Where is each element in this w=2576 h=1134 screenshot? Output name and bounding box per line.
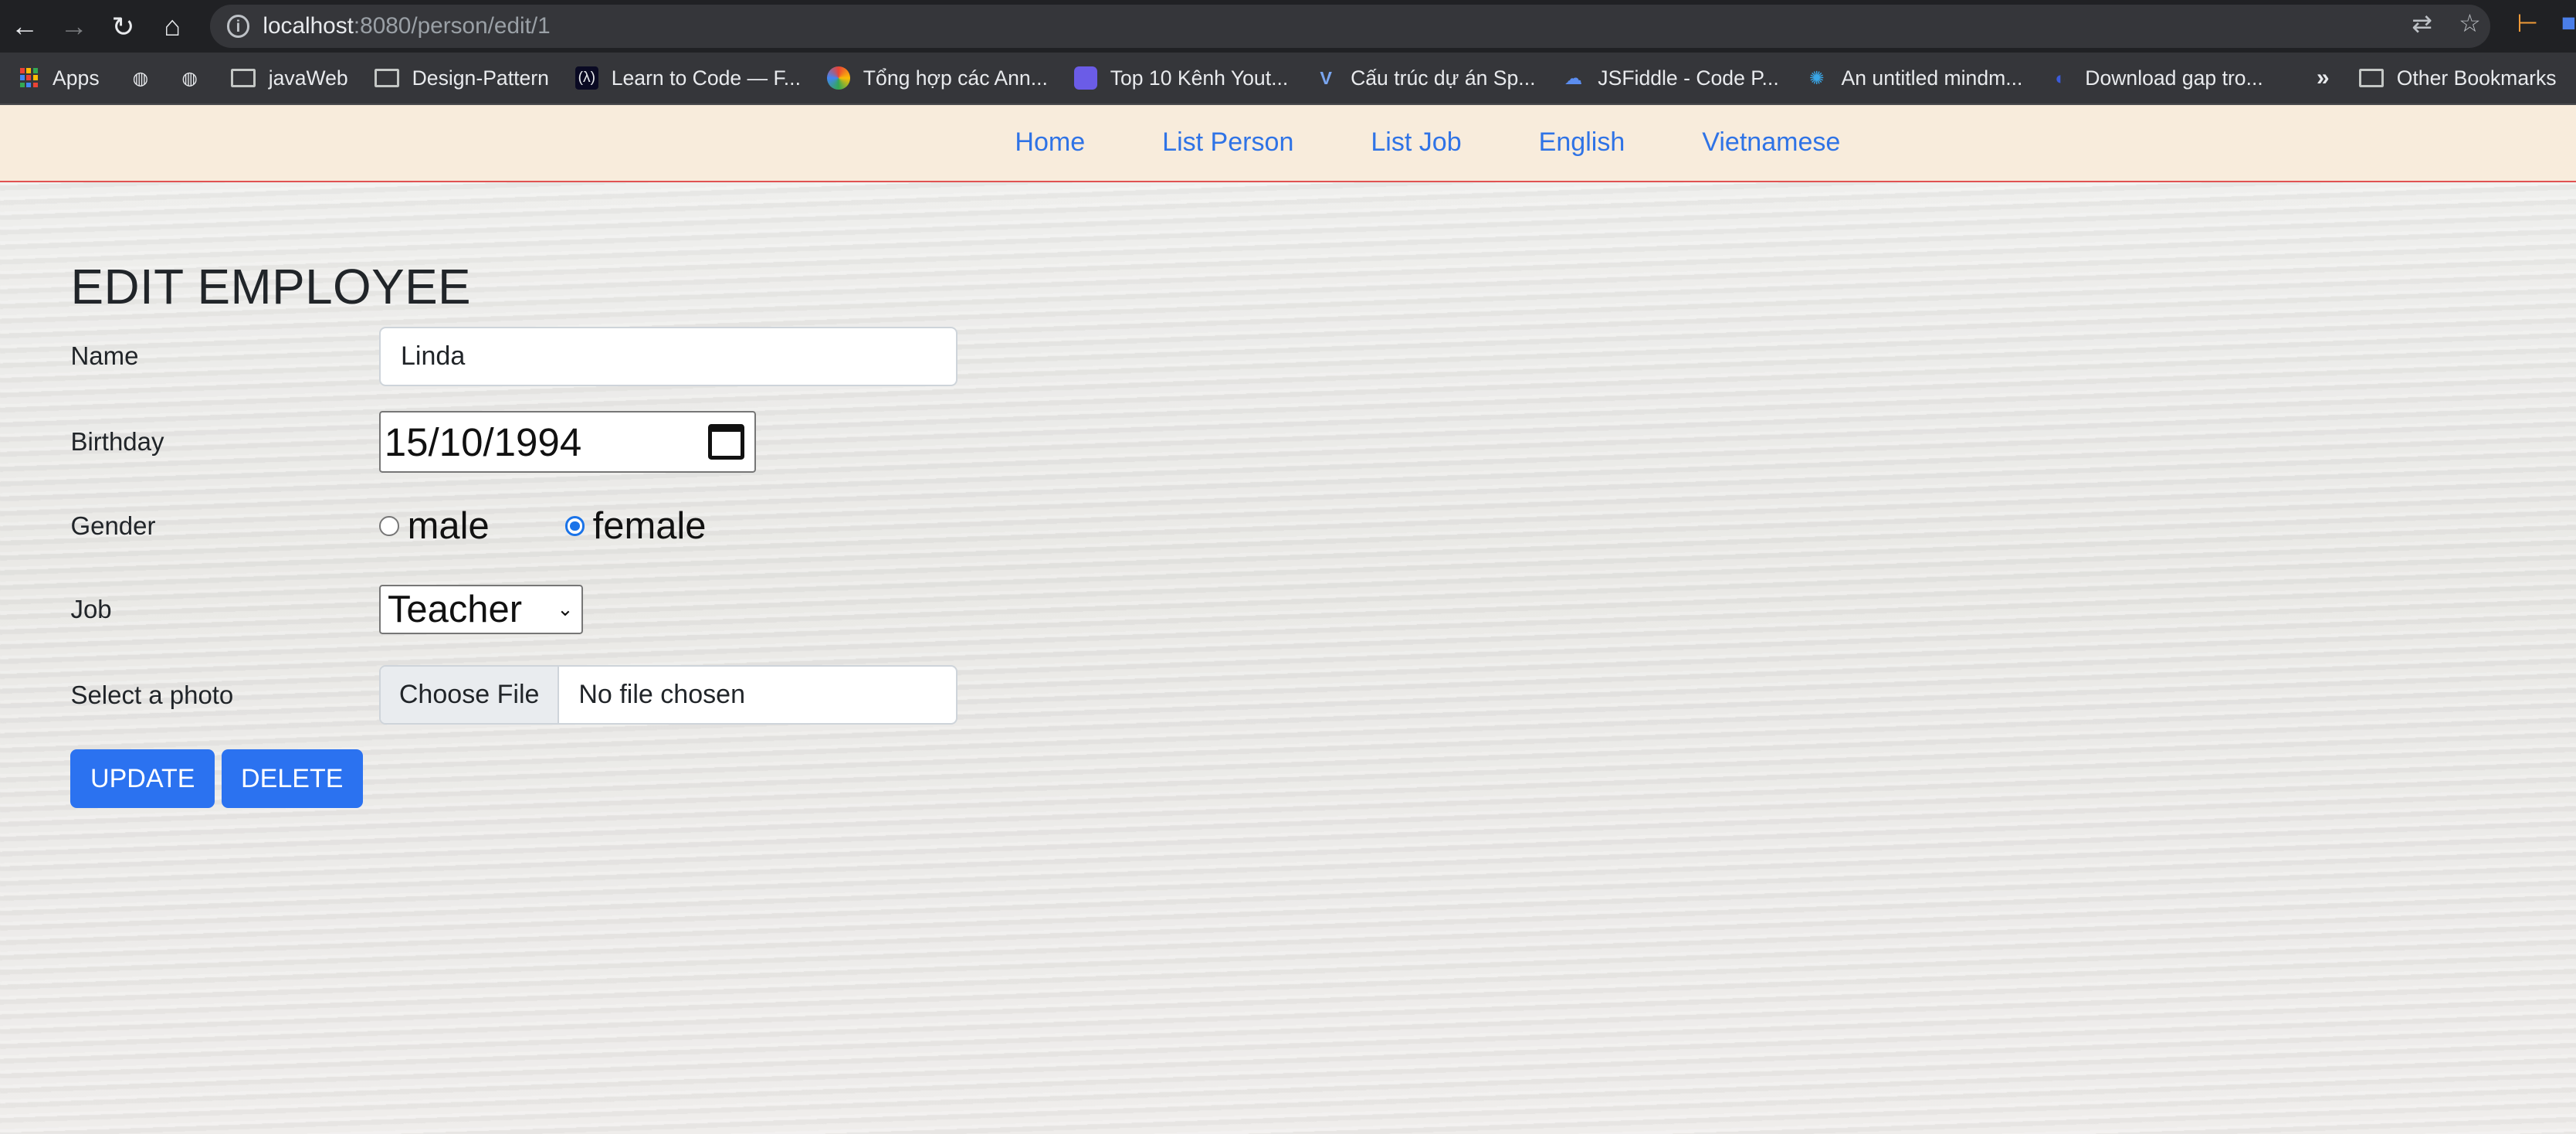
bookmark-label: Tổng hợp các Ann...: [863, 66, 1048, 90]
browser-toolbar: ← → ↻ ⌂ i localhost:8080/person/edit/1 ⇄…: [0, 0, 2576, 53]
purple-square-icon: [1073, 66, 1097, 90]
gender-radio-male[interactable]: [379, 516, 399, 536]
choose-file-button[interactable]: Choose File: [381, 667, 559, 723]
gender-label: Gender: [70, 511, 156, 540]
job-label: Job: [70, 595, 112, 624]
gender-radio-female[interactable]: [564, 516, 585, 536]
bookmark-jsfiddle[interactable]: ☁ JSFiddle - Code P...: [1562, 66, 1779, 90]
bookmark-globe[interactable]: ◍: [178, 66, 215, 90]
bookmark-javaweb[interactable]: javaWeb: [230, 66, 348, 90]
bookmark-apps[interactable]: Apps: [19, 66, 100, 90]
colorful-circle-icon: [827, 66, 850, 90]
star-icon[interactable]: ☆: [2459, 8, 2481, 38]
job-select[interactable]: Teacher ⌄: [379, 585, 584, 634]
address-bar[interactable]: i localhost:8080/person/edit/1: [210, 5, 2491, 48]
site-navbar: Home List Person List Job English Vietna…: [0, 105, 2576, 182]
bookmark-globe[interactable]: ◍: [129, 66, 165, 90]
bookmark-label: An untitled mindm...: [1841, 66, 2023, 90]
globe-icon: ◍: [181, 68, 198, 89]
nav-link-vietnamese[interactable]: Vietnamese: [1702, 127, 1840, 157]
gender-row: Gender male female: [70, 504, 706, 548]
reload-icon[interactable]: ↻: [99, 0, 148, 53]
url-path: :8080/person/edit/1: [353, 13, 551, 39]
gender-option-female[interactable]: female: [593, 504, 707, 548]
main-content: EDIT EMPLOYEE Name Linda Birthday 15/10/…: [0, 182, 2576, 1134]
name-row: Name Linda: [70, 327, 958, 386]
bookmark-label: Learn to Code — F...: [611, 66, 801, 90]
name-field[interactable]: Linda: [379, 327, 958, 386]
birthday-field[interactable]: 15/10/1994: [379, 410, 756, 474]
home-icon[interactable]: ⌂: [147, 0, 197, 53]
photo-label: Select a photo: [70, 680, 234, 709]
other-bookmarks[interactable]: Other Bookmarks: [2358, 66, 2557, 90]
extension-icon[interactable]: ⊢: [2517, 8, 2538, 38]
apps-grid-icon: [19, 68, 40, 88]
bookmark-top10[interactable]: Top 10 Kênh Yout...: [1073, 66, 1289, 90]
bookmark-label: Design-Pattern: [412, 66, 549, 90]
bookmark-mindmap[interactable]: ✺ An untitled mindm...: [1805, 66, 2023, 90]
file-status: No file chosen: [578, 680, 746, 710]
folder-icon: [230, 69, 256, 87]
photo-file-input[interactable]: Choose File No file chosen: [379, 665, 958, 725]
update-button[interactable]: UPDATE: [70, 749, 215, 809]
cloud-icon: ☁: [1564, 68, 1583, 89]
gender-option-male[interactable]: male: [408, 504, 490, 548]
nav-link-english[interactable]: English: [1539, 127, 1625, 157]
birthday-label: Birthday: [70, 427, 164, 457]
job-row: Job Teacher ⌄: [70, 585, 584, 634]
folder-icon: [374, 69, 399, 87]
nav-link-list-person[interactable]: List Person: [1162, 127, 1293, 157]
v-logo-icon: V: [1320, 67, 1332, 88]
chevron-down-icon: ⌄: [557, 599, 574, 621]
delete-button[interactable]: DELETE: [221, 749, 363, 809]
url-host: localhost: [263, 13, 354, 39]
bookmark-freecodecamp[interactable]: (λ) Learn to Code — F...: [575, 66, 801, 90]
forward-icon[interactable]: →: [49, 0, 99, 53]
birthday-row: Birthday 15/10/1994: [70, 410, 756, 474]
actions-row: UPDATE DELETE: [70, 749, 369, 809]
blue-swirl-icon: ◐: [2055, 67, 2066, 88]
bookmark-label: Download gap tro...: [2085, 66, 2263, 90]
bookmark-cau-truc[interactable]: V Cấu trúc dự án Sp...: [1314, 66, 1535, 90]
birthday-value: 15/10/1994: [384, 419, 582, 464]
name-label: Name: [70, 341, 139, 371]
job-selected-value: Teacher: [387, 589, 523, 631]
bookmarks-bar: Apps ◍ ◍ javaWeb Design-Pattern (λ) Lear…: [0, 53, 2576, 106]
bookmark-label: Apps: [53, 66, 100, 90]
extension-icon[interactable]: ■: [2561, 8, 2576, 38]
bookmark-label: JSFiddle - Code P...: [1598, 66, 1779, 90]
bookmark-tong-hop[interactable]: Tổng hợp các Ann...: [827, 66, 1048, 90]
bookmark-download[interactable]: ◐ Download gap tro...: [2049, 66, 2262, 90]
globe-icon: ◍: [132, 68, 149, 89]
mindmap-icon: ✺: [1808, 68, 1825, 89]
photo-row: Select a photo Choose File No file chose…: [70, 665, 958, 725]
bookmark-design-pattern[interactable]: Design-Pattern: [374, 66, 549, 90]
folder-icon: [2358, 69, 2384, 87]
calendar-icon[interactable]: [708, 423, 744, 460]
gender-radio-group: male female: [379, 504, 707, 548]
info-icon[interactable]: i: [226, 15, 250, 38]
bookmark-label: Top 10 Kênh Yout...: [1110, 66, 1289, 90]
bookmarks-overflow-button[interactable]: »: [2317, 65, 2330, 91]
translate-icon[interactable]: ⇄: [2412, 8, 2432, 38]
bookmark-label: Cấu trúc dự án Sp...: [1351, 66, 1536, 90]
nav-link-home[interactable]: Home: [1015, 127, 1085, 157]
back-icon[interactable]: ←: [0, 0, 49, 53]
freecodecamp-icon: (λ): [575, 66, 598, 90]
bookmark-label: Other Bookmarks: [2396, 66, 2557, 90]
bookmark-label: javaWeb: [268, 66, 348, 90]
nav-link-list-job[interactable]: List Job: [1371, 127, 1461, 157]
page-title: EDIT EMPLOYEE: [70, 258, 472, 314]
